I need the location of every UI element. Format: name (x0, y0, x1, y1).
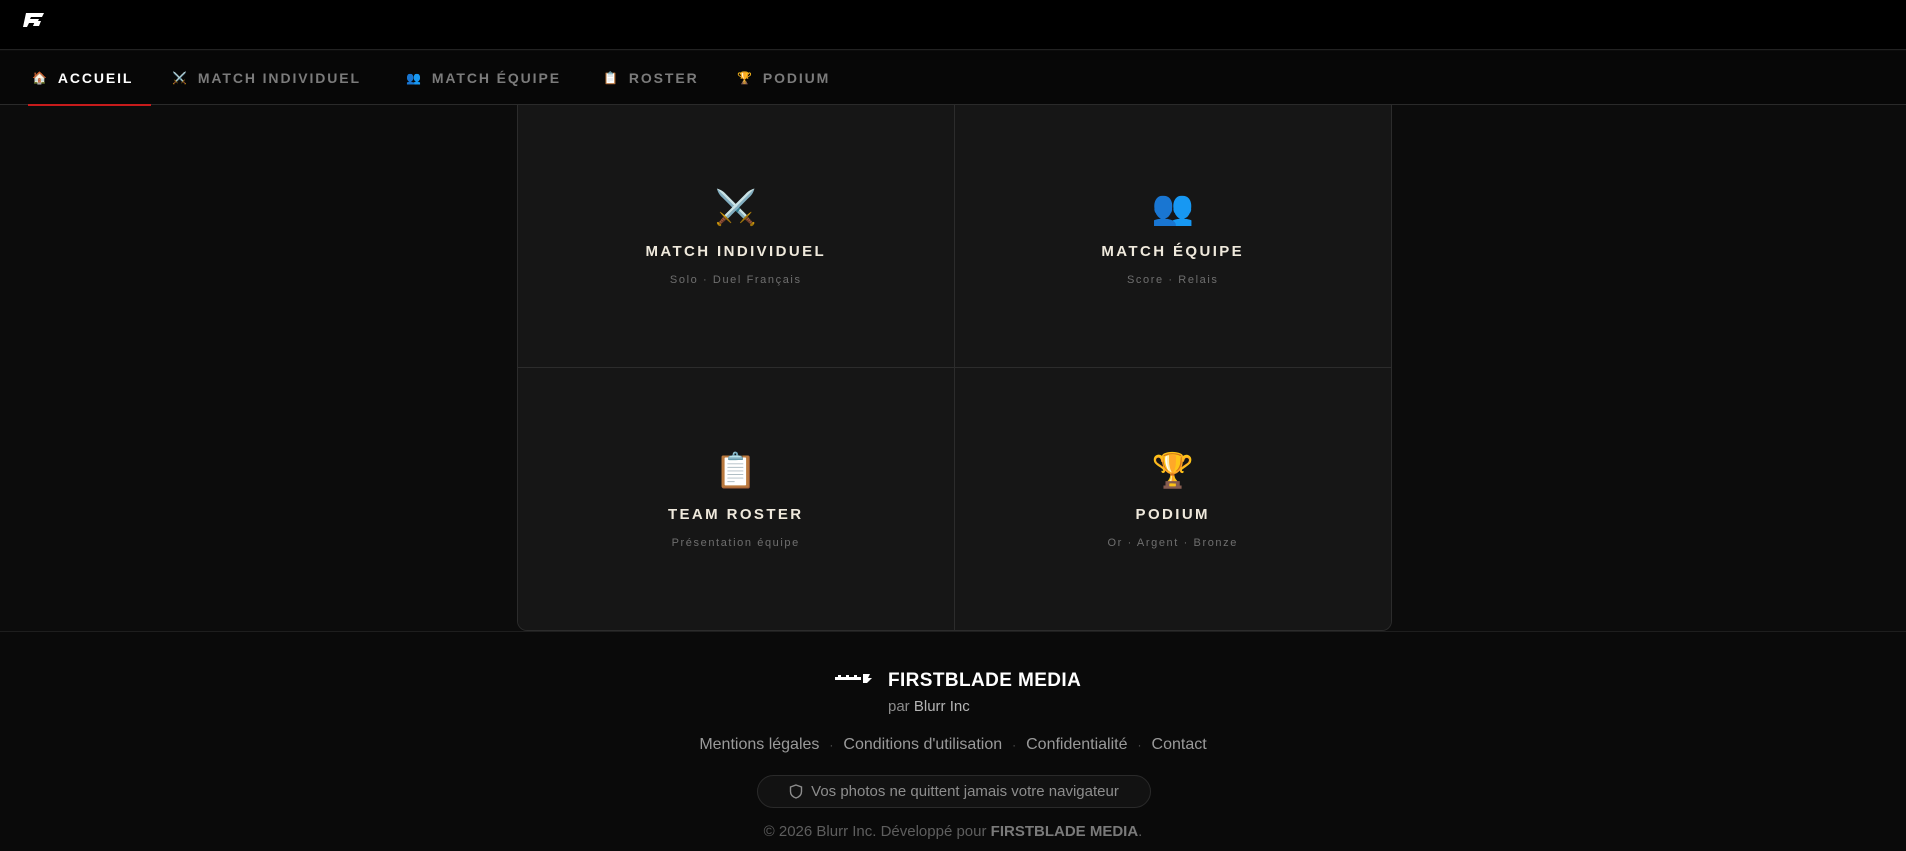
footer-brand-byline: par Blurr Inc (888, 698, 970, 715)
byline-prefix: par (888, 698, 910, 715)
card-podium[interactable]: 🏆 PODIUM Or · Argent · Bronze (954, 367, 1391, 630)
byline-company: Blurr Inc (913, 698, 970, 715)
tab-label: ACCUEIL (57, 70, 134, 86)
link-confidentialite[interactable]: Confidentialité (1026, 736, 1127, 754)
footer-brand-name: FIRSTBLADE MEDIA (888, 670, 1082, 691)
footer-links: Mentions légales · Conditions d'utilisat… (0, 736, 1906, 754)
blurr-logo-icon (835, 674, 872, 683)
card-title: MATCH INDIVIDUEL (645, 243, 827, 261)
card-title: PODIUM (1135, 506, 1210, 524)
card-subtitle: Solo · Duel Français (669, 274, 802, 287)
privacy-badge: Vos photos ne quittent jamais votre navi… (757, 775, 1151, 808)
link-contact[interactable]: Contact (1152, 736, 1207, 754)
privacy-note: Vos photos ne quittent jamais votre navi… (811, 783, 1119, 800)
link-separator: · (829, 738, 834, 752)
tab-label: ROSTER (628, 70, 699, 86)
top-header (0, 0, 1906, 50)
main-nav: 🏠 ACCUEIL ⚔️ MATCH INDIVIDUEL 👥 MATCH ÉQ… (0, 51, 1906, 106)
trophy-icon: 🏆 (737, 71, 754, 85)
card-subtitle: Score · Relais (1127, 274, 1219, 287)
clipboard-icon: 📋 (603, 71, 620, 85)
card-title: MATCH ÉQUIPE (1101, 243, 1245, 261)
tab-podium[interactable]: 🏆 PODIUM (719, 51, 848, 105)
copyright-suffix: . (1138, 823, 1143, 840)
tab-roster[interactable]: 📋 ROSTER (585, 51, 717, 105)
card-match-individuel[interactable]: ⚔️ MATCH INDIVIDUEL Solo · Duel Français (518, 105, 955, 368)
footer: FIRSTBLADE MEDIA par Blurr Inc Mentions … (0, 631, 1906, 851)
home-icon: 🏠 (32, 71, 49, 85)
tab-match-individuel[interactable]: ⚔️ MATCH INDIVIDUEL (154, 51, 379, 105)
tab-label: MATCH ÉQUIPE (431, 70, 561, 86)
card-match-equipe[interactable]: 👥 MATCH ÉQUIPE Score · Relais (954, 105, 1391, 368)
card-team-roster[interactable]: 📋 TEAM ROSTER Présentation équipe (518, 367, 955, 630)
copyright-brand: FIRSTBLADE MEDIA (990, 823, 1139, 840)
link-separator: · (1012, 738, 1017, 752)
tab-label: MATCH INDIVIDUEL (197, 70, 361, 86)
shield-icon (789, 784, 803, 799)
firstblade-logo-icon[interactable] (22, 10, 46, 30)
copyright: © 2026 Blurr Inc. Développé pour FIRSTBL… (0, 823, 1906, 840)
mode-grid: ⚔️ MATCH INDIVIDUEL Solo · Duel Français… (517, 105, 1392, 631)
card-title: TEAM ROSTER (667, 506, 804, 524)
crossed-swords-icon: ⚔️ (172, 71, 189, 85)
trophy-icon: 🏆 (1151, 452, 1194, 491)
link-mentions-legales[interactable]: Mentions légales (699, 736, 819, 754)
team-icon: 👥 (1151, 189, 1194, 228)
crossed-swords-icon: ⚔️ (714, 189, 757, 228)
card-subtitle: Présentation équipe (671, 537, 800, 550)
team-icon: 👥 (406, 71, 423, 85)
tab-match-equipe[interactable]: 👥 MATCH ÉQUIPE (388, 51, 579, 105)
copyright-prefix: © 2026 Blurr Inc. Développé pour (763, 823, 987, 840)
card-subtitle: Or · Argent · Bronze (1107, 537, 1238, 550)
link-separator: · (1137, 738, 1142, 752)
tab-accueil[interactable]: 🏠 ACCUEIL (14, 51, 152, 106)
tab-label: PODIUM (762, 70, 831, 86)
clipboard-icon: 📋 (714, 452, 757, 491)
link-conditions[interactable]: Conditions d'utilisation (843, 736, 1002, 754)
